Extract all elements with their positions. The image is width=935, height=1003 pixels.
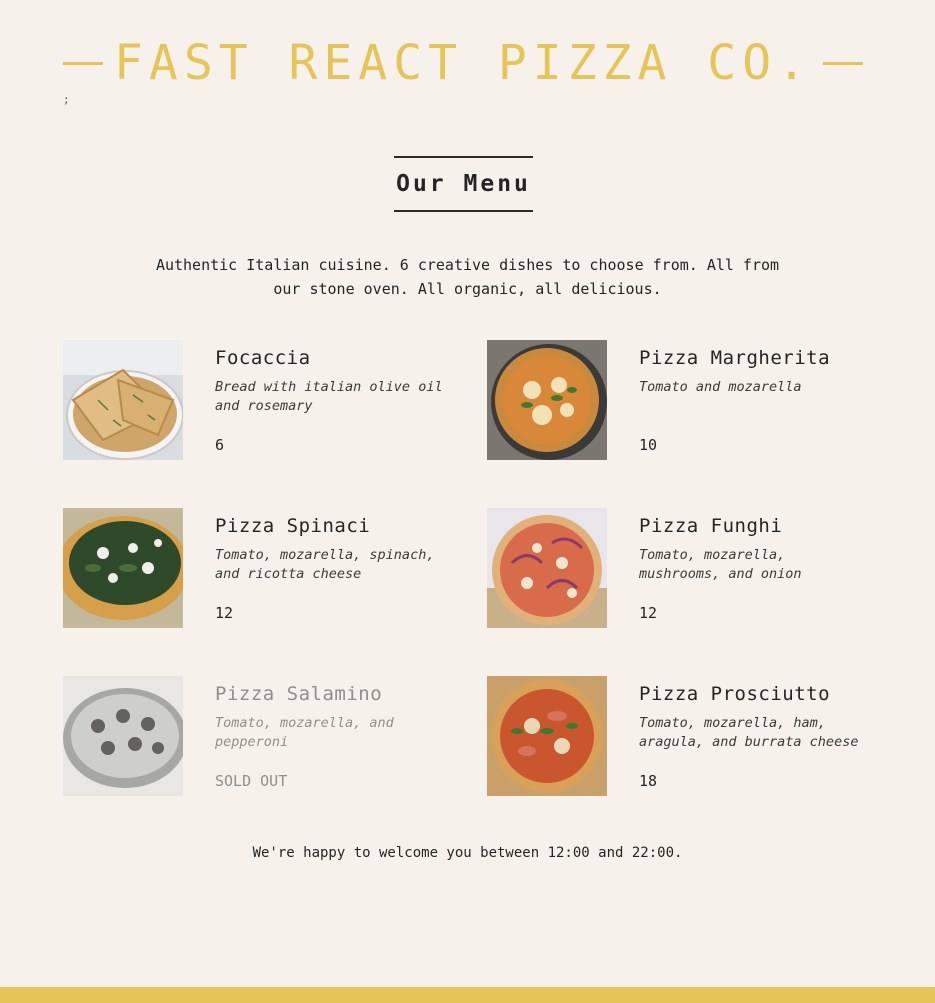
pizza-ingredients: Tomato and mozarella (639, 379, 802, 395)
pizza-info: Focaccia Bread with italian olive oil an… (215, 340, 455, 460)
menu-heading-box: Our Menu (394, 156, 533, 212)
pizza-price: 10 (639, 436, 658, 454)
pizza-photo (487, 676, 607, 796)
pizza-photo (487, 340, 607, 460)
pizza-item-salamino: Pizza Salamino Tomato, mozarella, and pe… (63, 676, 463, 796)
pizza-photo (487, 508, 607, 628)
site-title: Fast React Pizza Co. (114, 35, 812, 91)
opening-hours-text: We're happy to welcome you between 12:00… (252, 845, 683, 861)
pizza-info: Pizza Prosciutto Tomato, mozarella, ham,… (639, 676, 879, 796)
pizza-item-prosciutto: Pizza Prosciutto Tomato, mozarella, ham,… (487, 676, 887, 796)
header-dash-right (823, 61, 863, 65)
pizza-ingredients: Tomato, mozarella, spinach, and ricotta … (215, 547, 435, 582)
site-header: Fast React Pizza Co. (63, 34, 863, 92)
stray-text: ; (63, 93, 70, 106)
pizza-photo (63, 340, 183, 460)
pizza-name: Pizza Margherita (639, 347, 831, 369)
pizza-ingredients: Tomato, mozarella, ham, aragula, and bur… (639, 715, 859, 750)
pizza-item-spinaci: Pizza Spinaci Tomato, mozarella, spinach… (63, 508, 463, 628)
pizza-ingredients: Tomato, mozarella, and pepperoni (215, 715, 394, 750)
pizza-info: Pizza Margherita Tomato and mozarella 10 (639, 340, 879, 460)
pizza-name: Focaccia (215, 347, 311, 369)
pizza-price: 18 (639, 772, 658, 790)
pizza-price: 6 (215, 436, 225, 454)
header-dash-left (63, 61, 103, 65)
pizza-name: Pizza Prosciutto (639, 683, 831, 705)
pizza-price: 12 (215, 604, 234, 622)
menu-title: Our Menu (396, 171, 531, 197)
pizza-item-margherita: Pizza Margherita Tomato and mozarella 10 (487, 340, 887, 460)
pizza-photo (63, 676, 183, 796)
menu-intro: Authentic Italian cuisine. 6 creative di… (155, 256, 780, 298)
pizza-item-funghi: Pizza Funghi Tomato, mozarella, mushroom… (487, 508, 887, 628)
pizza-info: Pizza Funghi Tomato, mozarella, mushroom… (639, 508, 879, 628)
pizza-item-focaccia: Focaccia Bread with italian olive oil an… (63, 340, 463, 460)
pizza-ingredients: Bread with italian olive oil and rosemar… (215, 379, 443, 414)
pizza-price: 12 (639, 604, 658, 622)
pizza-photo (63, 508, 183, 628)
pizza-name: Pizza Salamino (215, 683, 383, 705)
pizza-info: Pizza Salamino Tomato, mozarella, and pe… (215, 676, 455, 796)
pizza-name: Pizza Funghi (639, 515, 783, 537)
bottom-accent-bar (0, 987, 935, 1003)
sold-out-label: SOLD OUT (215, 772, 288, 790)
pizza-ingredients: Tomato, mozarella, mushrooms, and onion (639, 547, 802, 582)
pizza-name: Pizza Spinaci (215, 515, 371, 537)
pizza-info: Pizza Spinaci Tomato, mozarella, spinach… (215, 508, 455, 628)
